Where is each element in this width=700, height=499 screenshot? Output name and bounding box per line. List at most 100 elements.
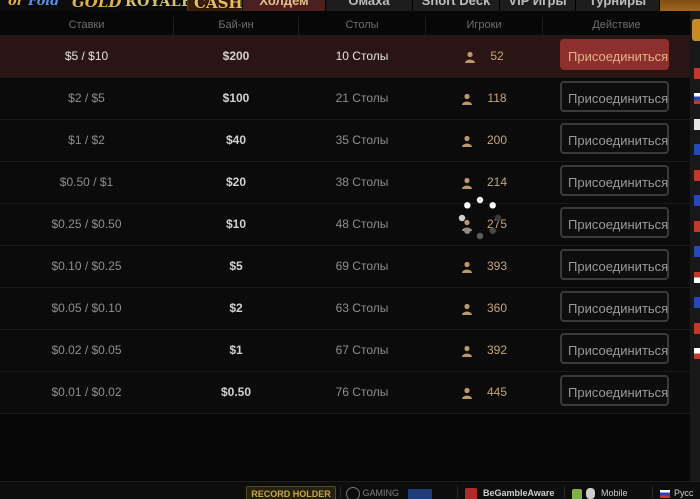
players-count: 360 <box>486 301 508 315</box>
header-tables[interactable]: Столы <box>299 17 426 35</box>
players-count: 393 <box>486 259 508 273</box>
record-holder-badge[interactable]: RECORD HOLDER <box>246 486 336 499</box>
buyin-cell: $2 <box>229 301 243 315</box>
stakes-cell: $5 / $10 <box>64 49 109 63</box>
buyin-cell: $1 <box>229 343 243 357</box>
or-fold-prefix: or <box>8 0 29 9</box>
table-row[interactable]: $0.02 / $0.05 $1 67 Столы 392 Присоедини… <box>0 330 690 372</box>
flag-icon[interactable] <box>694 323 700 334</box>
flag-icon[interactable] <box>694 68 700 79</box>
gaming-label: GAMING <box>362 488 400 498</box>
players-count: 214 <box>486 175 508 189</box>
table-row[interactable]: $1 / $2 $40 35 Столы 200 Присоединиться <box>0 120 690 162</box>
flag-icon[interactable] <box>694 221 700 232</box>
footer-divider <box>340 486 341 498</box>
footer-divider <box>564 486 565 498</box>
tab-short-deck[interactable]: Short Deck <box>413 0 500 11</box>
tab-holdem[interactable]: Холдем <box>243 0 326 11</box>
royale-logo[interactable]: ROYALE <box>125 0 192 11</box>
flag-icon[interactable] <box>694 144 700 155</box>
flag-icon[interactable] <box>694 170 700 181</box>
language-label: Русс <box>674 488 694 498</box>
table-row[interactable]: $0.50 / $1 $20 38 Столы 214 Присоединить… <box>0 162 690 204</box>
mobile-label: Mobile <box>601 488 628 498</box>
tables-count-cell: 63 Столы <box>335 301 389 315</box>
players-count: 52 <box>490 49 504 63</box>
table-header: Ставки Бай-ин Столы Игроки Действие <box>0 17 690 36</box>
join-button[interactable]: Присоединиться <box>560 375 669 406</box>
language-selector[interactable]: Русс <box>660 486 700 499</box>
join-button[interactable]: Присоединиться <box>560 165 669 196</box>
flag-icon[interactable] <box>694 246 700 257</box>
sidebar-toggle-button[interactable] <box>692 19 700 41</box>
players-cell: 360 <box>426 288 542 329</box>
tab-omaha[interactable]: Омаха <box>326 0 413 11</box>
or-fold-logo[interactable]: or Fold <box>8 0 59 11</box>
table-row[interactable]: $0.05 / $0.10 $2 63 Столы 360 Присоедини… <box>0 288 690 330</box>
header-stakes[interactable]: Ставки <box>0 17 174 35</box>
table-row[interactable]: $0.25 / $0.50 $10 48 Столы 275 Присоедин… <box>0 204 690 246</box>
person-icon <box>461 303 472 315</box>
players-cell: 52 <box>426 36 542 77</box>
flag-icon[interactable] <box>694 195 700 206</box>
footer-divider <box>652 486 653 498</box>
players-count: 445 <box>486 385 508 399</box>
header-players[interactable]: Игроки <box>426 17 543 35</box>
join-button[interactable]: Присоединиться <box>560 249 669 280</box>
tables-count-cell: 67 Столы <box>335 343 389 357</box>
tables-count-cell: 35 Столы <box>335 133 389 147</box>
stakes-cell: $0.50 / $1 <box>59 175 114 189</box>
tab-vip-games[interactable]: VIP Игры <box>500 0 576 11</box>
buyin-cell: $100 <box>222 91 250 105</box>
join-button[interactable]: Присоединиться <box>560 81 669 112</box>
join-button[interactable]: Присоединиться <box>560 333 669 364</box>
table-row[interactable]: $2 / $5 $100 21 Столы 118 Присоединиться <box>0 78 690 120</box>
players-cell: 118 <box>426 78 542 119</box>
cash-logo[interactable]: CASH <box>187 0 243 11</box>
flag-icon[interactable] <box>694 297 700 308</box>
promo-banner[interactable] <box>660 0 700 11</box>
person-icon <box>461 177 472 189</box>
person-icon <box>461 261 472 273</box>
footer-divider <box>457 486 458 498</box>
flag-icon[interactable] <box>694 272 700 283</box>
apple-icon <box>586 488 595 499</box>
begambleaware-link[interactable]: BeGambleAware <box>465 486 560 499</box>
flag-icon[interactable] <box>694 348 700 359</box>
players-cell: 393 <box>426 246 542 287</box>
tables-count-cell: 48 Столы <box>335 217 389 231</box>
age-18-icon <box>465 487 477 499</box>
right-sidebar <box>690 11 700 481</box>
mobile-apps-link[interactable]: Mobile <box>572 486 642 499</box>
buyin-cell: $20 <box>225 175 247 189</box>
stakes-cell: $0.02 / $0.05 <box>51 343 122 357</box>
tables-count-cell: 10 Столы <box>335 49 389 63</box>
players-count: 200 <box>486 133 508 147</box>
game-selector-bar: or Fold GOLD ROYALE CASH Холдем Омаха Sh… <box>0 0 700 11</box>
gold-logo[interactable]: GOLD <box>72 0 121 11</box>
cash-games-table: $5 / $10 $200 10 Столы 52 Присоединиться… <box>0 36 690 414</box>
stakes-cell: $0.25 / $0.50 <box>51 217 122 231</box>
table-row[interactable]: $0.01 / $0.02 $0.50 76 Столы 445 Присоед… <box>0 372 690 414</box>
tab-tournaments[interactable]: Турниры <box>576 0 660 11</box>
buyin-cell: $200 <box>222 49 250 63</box>
loading-spinner-icon <box>458 196 502 240</box>
table-row[interactable]: $0.10 / $0.25 $5 69 Столы 393 Присоедини… <box>0 246 690 288</box>
players-count: 392 <box>486 343 508 357</box>
tables-count-cell: 69 Столы <box>335 259 389 273</box>
players-cell: 200 <box>426 120 542 161</box>
flag-icon[interactable] <box>694 93 700 104</box>
gaming-curacao-badge[interactable]: GAMING <box>346 486 451 499</box>
tables-count-cell: 21 Столы <box>335 91 389 105</box>
join-button[interactable]: Присоединиться <box>560 291 669 322</box>
join-button[interactable]: Присоединиться <box>560 39 669 70</box>
join-button[interactable]: Присоединиться <box>560 123 669 154</box>
buyin-cell: $10 <box>225 217 247 231</box>
header-buyin[interactable]: Бай-ин <box>174 17 299 35</box>
flag-icon <box>660 489 670 498</box>
table-row[interactable]: $5 / $10 $200 10 Столы 52 Присоединиться <box>0 36 690 78</box>
players-cell: 392 <box>426 330 542 371</box>
join-button[interactable]: Присоединиться <box>560 207 669 238</box>
footer: RECORD HOLDER GAMING BeGambleAware Mobil… <box>0 481 700 499</box>
flag-icon[interactable] <box>694 119 700 130</box>
